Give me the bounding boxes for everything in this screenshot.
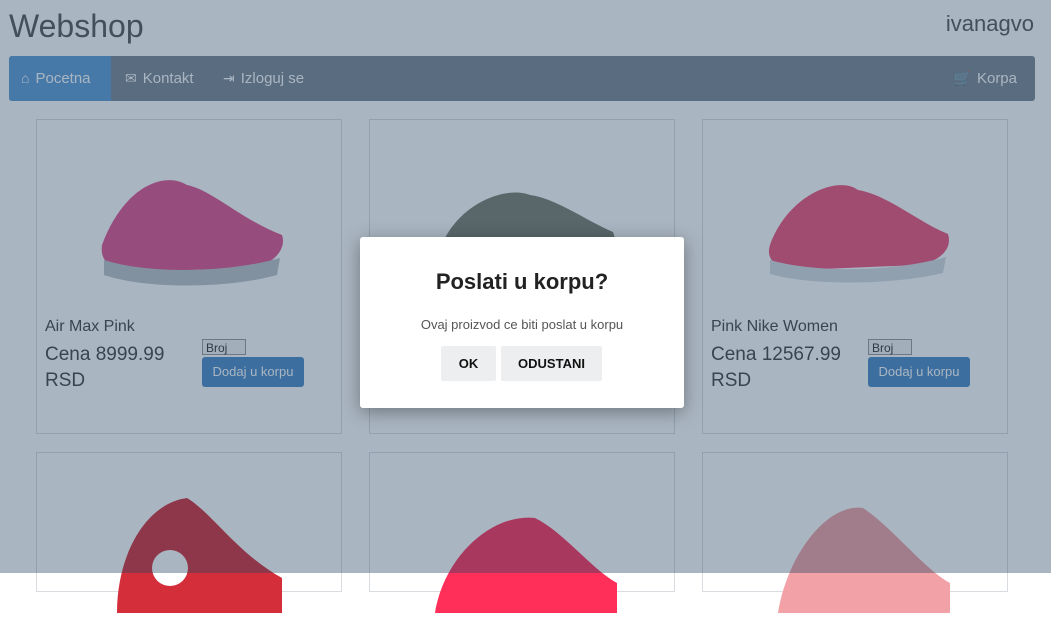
cancel-button[interactable]: ODUSTANI	[501, 346, 602, 381]
dialog-title: Poslati u korpu?	[435, 269, 609, 294]
ok-button[interactable]: OK	[441, 346, 496, 381]
confirm-dialog: Poslati u korpu? Ovaj proizvod ce biti p…	[360, 237, 684, 408]
dialog-message: Ovaj proizvod ce biti poslat u korpu	[420, 317, 624, 332]
